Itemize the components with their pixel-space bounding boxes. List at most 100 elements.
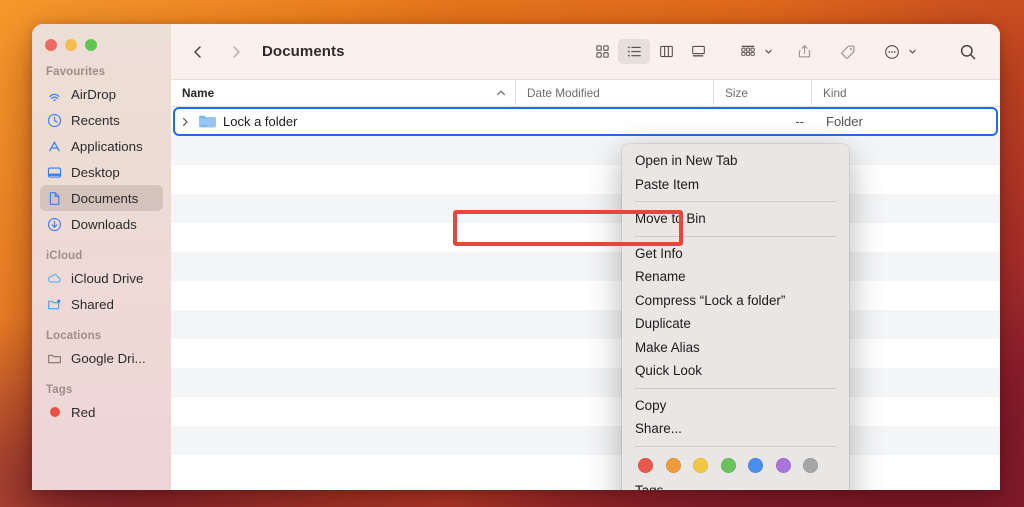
menu-item-compress[interactable]: Compress “Lock a folder”	[622, 289, 849, 313]
gallery-view-button[interactable]	[682, 39, 714, 64]
more-actions-button[interactable]	[876, 39, 908, 64]
forward-button[interactable]	[223, 39, 249, 65]
orange-tag[interactable]	[665, 457, 681, 473]
sidebar-item-airdrop[interactable]: AirDrop	[40, 81, 163, 107]
empty-row[interactable]	[171, 281, 1000, 310]
sidebar-item-label: Shared	[71, 296, 114, 312]
file-list: Lock a folder -- Folder	[171, 107, 1000, 490]
sidebar-section-locations: Locations	[46, 330, 102, 342]
sidebar-item-label: Google Dri...	[71, 350, 146, 366]
menu-item-label: Rename	[635, 269, 686, 285]
shared-folder-icon	[46, 296, 63, 313]
context-menu: Open in New Tab Paste Item Move to Bin G…	[622, 144, 849, 490]
more-actions-chevron-down-icon[interactable]	[906, 47, 918, 56]
empty-row[interactable]	[171, 397, 1000, 426]
zoom-button[interactable]	[85, 39, 97, 51]
group-by-chevron-down-icon[interactable]	[762, 47, 774, 56]
close-button[interactable]	[45, 39, 57, 51]
menu-item-get-info[interactable]: Get Info	[622, 242, 849, 266]
search-button[interactable]	[952, 39, 984, 64]
purple-tag[interactable]	[775, 457, 791, 473]
menu-separator	[635, 201, 836, 202]
green-tag[interactable]	[720, 457, 736, 473]
airdrop-icon	[46, 86, 63, 103]
toolbar: Documents	[171, 24, 1000, 80]
column-header-name[interactable]: Name	[171, 80, 515, 106]
cloud-icon	[46, 270, 63, 287]
menu-item-open-in-new-tab[interactable]: Open in New Tab	[622, 149, 849, 173]
sidebar-item-red-tag[interactable]: Red	[40, 399, 163, 425]
icon-view-button[interactable]	[586, 39, 618, 64]
column-header-label: Date Modified	[527, 86, 600, 100]
file-kind-cell: Folder	[826, 114, 863, 129]
empty-row[interactable]	[171, 252, 1000, 281]
sidebar-item-applications[interactable]: Applications	[40, 133, 163, 159]
column-header-kind[interactable]: Kind	[811, 80, 1000, 106]
tag-color-row	[622, 452, 849, 479]
sidebar-item-label: AirDrop	[71, 86, 117, 102]
group-by-button[interactable]	[732, 39, 764, 64]
tag-icon-button[interactable]	[832, 39, 864, 64]
empty-row[interactable]	[171, 339, 1000, 368]
menu-item-label: Compress “Lock a folder”	[635, 292, 786, 308]
empty-row[interactable]	[171, 426, 1000, 455]
sidebar-item-icloud-drive[interactable]: iCloud Drive	[40, 265, 163, 291]
sidebar-item-label: Documents	[71, 190, 139, 206]
empty-row[interactable]	[171, 194, 1000, 223]
sort-ascending-icon	[496, 89, 506, 97]
main-pane: Documents Name Date Modified Size Kind L…	[171, 24, 1000, 490]
empty-row[interactable]	[171, 136, 1000, 165]
page-title: Documents	[262, 43, 345, 60]
grey-tag[interactable]	[803, 457, 818, 473]
table-row[interactable]: Lock a folder -- Folder	[173, 107, 998, 136]
download-icon	[46, 216, 63, 233]
sidebar-section-tags: Tags	[46, 384, 73, 396]
menu-item-label: Copy	[635, 397, 667, 413]
sidebar-item-shared[interactable]: Shared	[40, 291, 163, 317]
sidebar-item-desktop[interactable]: Desktop	[40, 159, 163, 185]
menu-item-paste-item[interactable]: Paste Item	[622, 173, 849, 197]
column-view-button[interactable]	[650, 39, 682, 64]
sidebar-item-documents[interactable]: Documents	[40, 185, 163, 211]
red-tag[interactable]	[638, 457, 653, 473]
folder-icon	[46, 350, 63, 367]
file-name-label: Lock a folder	[223, 114, 298, 129]
empty-row[interactable]	[171, 455, 1000, 484]
column-header-size[interactable]: Size	[713, 80, 811, 106]
menu-item-label: Move to Bin	[635, 211, 706, 227]
menu-item-copy[interactable]: Copy	[622, 394, 849, 418]
column-header-row: Name Date Modified Size Kind	[171, 80, 1000, 107]
sidebar-item-google-drive[interactable]: Google Dri...	[40, 345, 163, 371]
menu-item-move-to-bin[interactable]: Move to Bin	[622, 207, 849, 231]
menu-item-make-alias[interactable]: Make Alias	[622, 336, 849, 360]
menu-item-rename[interactable]: Rename	[622, 265, 849, 289]
menu-item-quick-look[interactable]: Quick Look	[622, 359, 849, 383]
empty-row[interactable]	[171, 165, 1000, 194]
menu-item-duplicate[interactable]: Duplicate	[622, 312, 849, 336]
sidebar-item-label: Downloads	[71, 216, 137, 232]
menu-separator	[635, 235, 836, 237]
empty-row[interactable]	[171, 223, 1000, 252]
column-header-label: Name	[182, 86, 215, 100]
empty-row[interactable]	[171, 310, 1000, 339]
sidebar-item-downloads[interactable]: Downloads	[40, 211, 163, 237]
sidebar-item-recents[interactable]: Recents	[40, 107, 163, 133]
yellow-tag[interactable]	[693, 457, 708, 473]
menu-separator	[635, 387, 836, 389]
list-view-button[interactable]	[618, 39, 650, 64]
sidebar-section-favourites: Favourites	[46, 66, 106, 78]
blue-tag[interactable]	[748, 457, 763, 473]
sidebar-item-label: Recents	[71, 112, 120, 128]
disclosure-chevron-right-icon[interactable]	[181, 117, 192, 127]
sidebar-item-label: Applications	[71, 138, 143, 154]
share-button[interactable]	[788, 39, 820, 64]
minimize-button[interactable]	[65, 39, 77, 51]
menu-item-tags[interactable]: Tags...	[622, 479, 849, 490]
empty-row[interactable]	[171, 368, 1000, 397]
sidebar-section-icloud: iCloud	[46, 250, 83, 262]
back-button[interactable]	[185, 39, 211, 65]
sidebar: Favourites AirDrop Recents Applications …	[32, 24, 171, 490]
menu-item-share[interactable]: Share...	[622, 417, 849, 441]
column-header-date-modified[interactable]: Date Modified	[515, 80, 713, 106]
window-controls	[32, 24, 171, 66]
